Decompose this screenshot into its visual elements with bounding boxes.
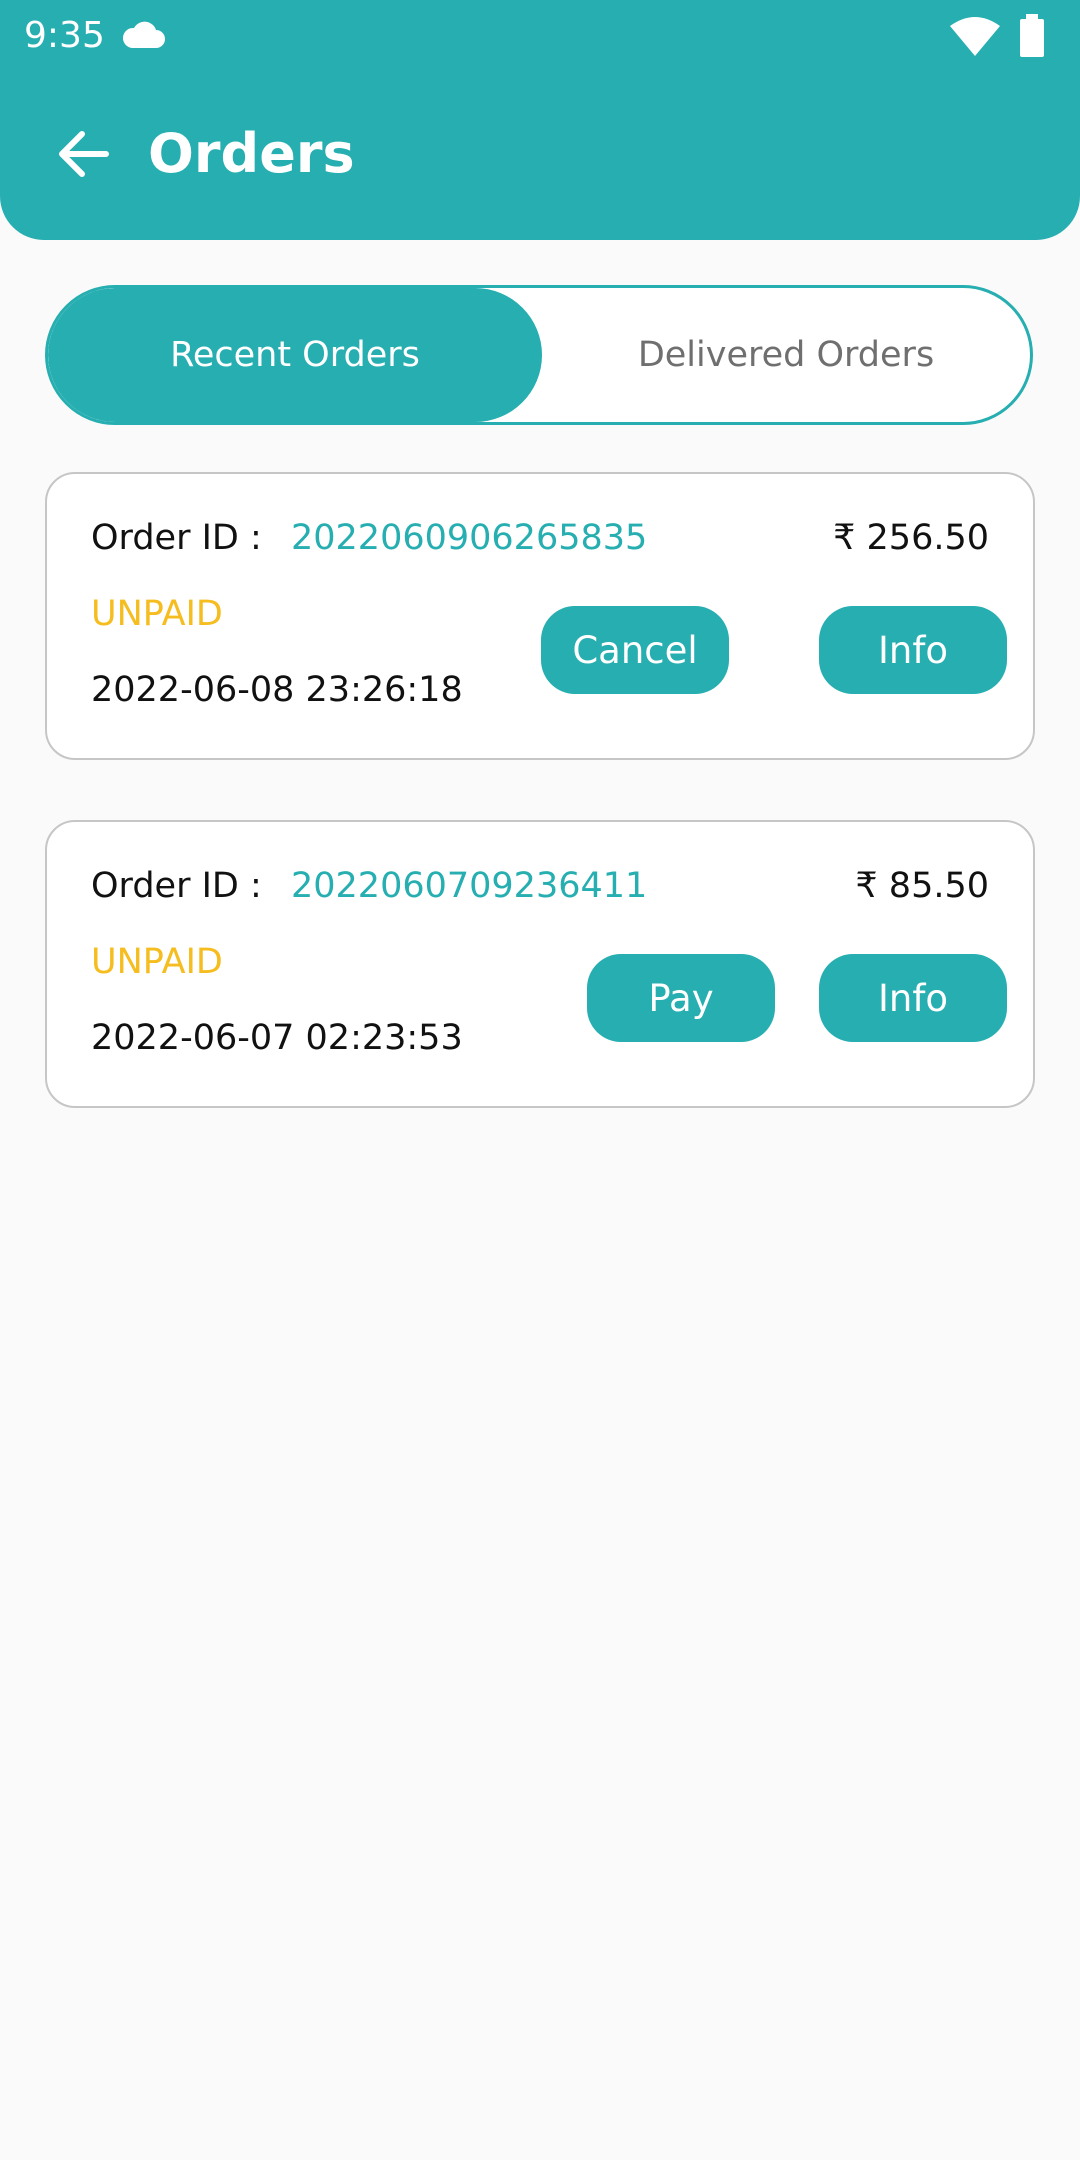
- order-card: Order ID : 2022060906265835 ₹ 256.50 UNP…: [45, 472, 1035, 760]
- order-amount: ₹ 85.50: [855, 866, 989, 906]
- status-time: 9:35: [24, 15, 105, 56]
- cancel-button[interactable]: Cancel: [541, 606, 729, 694]
- order-card: Order ID : 2022060709236411 ₹ 85.50 UNPA…: [45, 820, 1035, 1108]
- back-button[interactable]: [48, 118, 120, 190]
- order-id-value: 2022060906265835: [291, 518, 648, 558]
- pay-button[interactable]: Pay: [587, 954, 775, 1042]
- info-button[interactable]: Info: [819, 954, 1007, 1042]
- info-button[interactable]: Info: [819, 606, 1007, 694]
- payment-status: UNPAID: [91, 594, 223, 634]
- page-title: Orders: [148, 122, 355, 185]
- order-tabs: Recent Orders Delivered Orders: [45, 285, 1033, 425]
- order-id-value: 2022060709236411: [291, 866, 648, 906]
- order-id-label: Order ID :: [91, 518, 262, 558]
- tab-recent-orders[interactable]: Recent Orders: [48, 288, 542, 422]
- battery-icon: [1020, 14, 1044, 57]
- payment-status: UNPAID: [91, 942, 223, 982]
- cloud-icon: [122, 21, 165, 48]
- app-bar: 9:35 Orders: [0, 0, 1080, 240]
- order-id-label: Order ID :: [91, 866, 262, 906]
- order-datetime: 2022-06-07 02:23:53: [91, 1018, 463, 1058]
- tab-delivered-orders[interactable]: Delivered Orders: [542, 288, 1030, 422]
- order-datetime: 2022-06-08 23:26:18: [91, 670, 463, 710]
- arrow-left-icon: [59, 131, 109, 177]
- order-amount: ₹ 256.50: [833, 518, 989, 558]
- wifi-icon: [950, 17, 1000, 56]
